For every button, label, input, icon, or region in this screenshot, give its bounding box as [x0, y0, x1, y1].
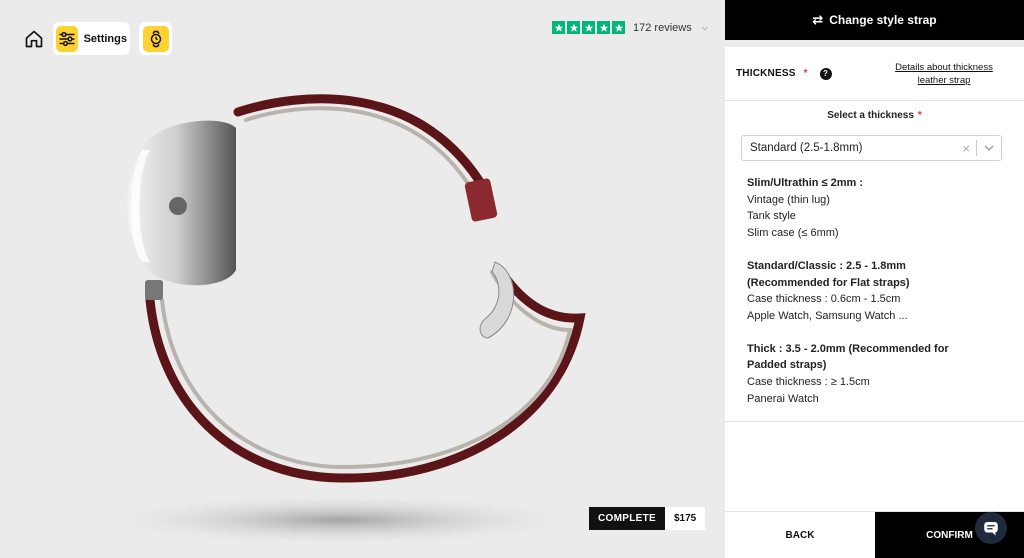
option-thick: Thick : 3.5 - 2.0mm (Recommended for Pad…: [747, 341, 1024, 408]
option-title: Standard/Classic : 2.5 - 1.8mm (Recommen…: [747, 259, 910, 289]
total-price: $175: [664, 507, 706, 530]
sliders-icon: [59, 31, 75, 46]
option-title: Thick : 3.5 - 2.0mm (Recommended for Pad…: [747, 342, 949, 372]
star-icon: [582, 21, 595, 34]
back-button[interactable]: BACK: [725, 512, 875, 558]
buckle: [479, 261, 515, 339]
chevron-down-icon[interactable]: [977, 145, 1001, 151]
thickness-options-info: Slim/Ultrathin ≤ 2mm : Vintage (thin lug…: [725, 161, 1024, 407]
option-title: Slim/Ultrathin ≤ 2mm :: [747, 177, 864, 189]
clear-icon[interactable]: ×: [956, 141, 976, 156]
change-strap-header[interactable]: ⇄ Change style strap: [725, 0, 1024, 40]
star-icon: [567, 21, 580, 34]
option-line: Panerai Watch: [747, 392, 819, 405]
thickness-title: THICKNESS: [736, 68, 796, 79]
star-icon: [612, 21, 625, 34]
select-label-text: Select a thickness: [827, 110, 914, 121]
watch-tile: [142, 25, 169, 52]
thickness-select[interactable]: Standard (2.5-1.8mm) ×: [741, 135, 1002, 161]
customization-panel: ⇄ Change style strap THICKNESS * ? Detai…: [725, 0, 1024, 558]
option-standard: Standard/Classic : 2.5 - 1.8mm (Recommen…: [747, 258, 1024, 325]
chat-widget-button[interactable]: [975, 512, 1007, 544]
complete-button[interactable]: COMPLETE: [589, 507, 665, 530]
rating-stars: [552, 21, 625, 34]
watch-view-button[interactable]: [139, 22, 172, 55]
price-summary: COMPLETE $175: [589, 507, 706, 530]
option-line: Case thickness : 0.6cm - 1.5cm: [747, 293, 901, 306]
home-button[interactable]: [18, 22, 50, 55]
settings-label: Settings: [83, 32, 127, 45]
required-mark: *: [917, 110, 922, 121]
help-icon[interactable]: ?: [819, 67, 832, 80]
settings-button[interactable]: Settings: [53, 22, 130, 55]
thickness-section-header: THICKNESS * ? Details about thickness le…: [725, 47, 1024, 101]
select-thickness-label: Select a thickness *: [725, 110, 1024, 121]
watch-strap-preview[interactable]: [0, 0, 725, 558]
floor-shadow: [90, 494, 590, 546]
strap-keeper: [464, 178, 498, 222]
star-icon: [597, 21, 610, 34]
watch-crown: [169, 197, 187, 215]
watch-icon: [150, 30, 161, 47]
star-icon: [552, 21, 565, 34]
option-line: Slim case (≤ 6mm): [747, 227, 839, 240]
required-mark: *: [803, 68, 808, 79]
option-line: Apple Watch, Samsung Watch ...: [747, 309, 908, 322]
chevron-down-icon: ⌵: [701, 22, 708, 32]
swap-icon: ⇄: [812, 12, 824, 27]
watch-lug: [145, 280, 163, 300]
option-line: Tank style: [747, 210, 796, 223]
trustpilot-rating[interactable]: 172 reviews ⌵: [552, 21, 708, 34]
settings-tile: [56, 25, 78, 52]
header-title: Change style strap: [829, 13, 937, 27]
strap-3d-viewer[interactable]: Settings 172 reviews ⌵ COMPLETE $175: [0, 0, 725, 558]
option-line: Vintage (thin lug): [747, 193, 830, 206]
thickness-select-value: Standard (2.5-1.8mm): [750, 142, 863, 154]
header-spacer: [725, 40, 1024, 47]
thickness-details-link[interactable]: Details about thickness leather strap: [889, 61, 999, 87]
reviews-count: 172 reviews: [633, 21, 692, 34]
option-line: Case thickness : ≥ 1.5cm: [747, 376, 870, 389]
chat-icon: [984, 522, 998, 536]
option-slim: Slim/Ultrathin ≤ 2mm : Vintage (thin lug…: [747, 175, 1024, 242]
home-icon: [25, 30, 43, 47]
options-divider: [725, 421, 1024, 422]
